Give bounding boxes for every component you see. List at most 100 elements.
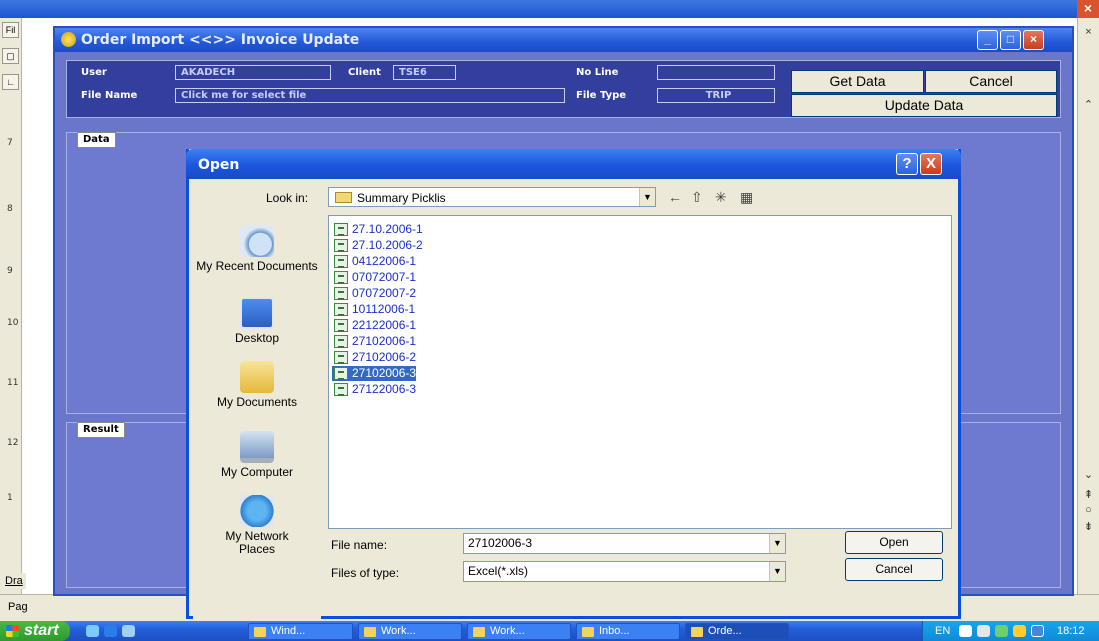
chevron-down-icon[interactable]: ▼ <box>769 562 785 581</box>
up-folder-icon[interactable]: ⇧ <box>691 189 703 206</box>
list-item-selected[interactable]: 27102006-3 <box>332 366 417 381</box>
background-right-scrollbar[interactable]: × ⌃ ⌄ ⇞ ○ ⇟ <box>1077 18 1099 624</box>
look-in-label: Look in: <box>266 191 309 205</box>
look-in-select[interactable]: Summary Picklis ▼ <box>328 187 656 207</box>
chevron-down-icon[interactable]: ▼ <box>769 534 785 553</box>
tray-icon[interactable] <box>1013 625 1026 637</box>
ruler-mark: 8 <box>7 204 13 214</box>
filetype-field[interactable]: TRIP <box>657 88 775 103</box>
close-small-icon[interactable]: × <box>1081 26 1096 40</box>
excel-file-icon <box>334 287 348 300</box>
tray-icon[interactable] <box>995 625 1008 637</box>
quicklaunch-icon[interactable] <box>86 625 99 637</box>
header-panel: User AKADECH Client TSE6 No Line File Na… <box>66 60 1061 118</box>
recent-documents-icon <box>240 225 274 257</box>
chevron-down-icon[interactable]: ▼ <box>639 188 655 206</box>
language-indicator[interactable]: EN <box>935 621 950 641</box>
excel-file-icon <box>334 383 348 396</box>
update-data-button[interactable]: Update Data <box>791 94 1057 117</box>
list-item[interactable]: 04122006-1 <box>332 254 416 269</box>
taskbar-item[interactable]: Wind... <box>248 623 353 640</box>
new-doc-icon[interactable]: ▢ <box>2 48 19 64</box>
browse-object-icon[interactable]: ○ <box>1081 504 1096 518</box>
list-item[interactable]: 22122006-1 <box>332 318 416 333</box>
file-name-value: 27102006-3 <box>468 536 533 550</box>
place-my-network-places[interactable]: My Network Places <box>193 495 321 556</box>
start-button[interactable]: start <box>0 621 70 641</box>
scroll-down-icon[interactable]: ⌄ <box>1081 468 1096 482</box>
ruler-mark: 1 <box>7 493 13 503</box>
tray-icon[interactable] <box>977 625 990 637</box>
list-item[interactable]: 27102006-1 <box>332 334 416 349</box>
file-name-input[interactable]: 27102006-3 ▼ <box>463 533 786 554</box>
browser-icon[interactable] <box>104 625 117 637</box>
system-tray: EN 18:12 <box>922 621 1099 641</box>
file-type-label: Files of type: <box>331 566 400 580</box>
open-button[interactable]: Open <box>845 531 943 554</box>
ruler-mark: 11 <box>7 378 19 388</box>
help-icon[interactable]: ? <box>896 153 918 175</box>
taskbar-item[interactable]: Work... <box>467 623 571 640</box>
draw-menu[interactable]: Dra <box>2 573 26 589</box>
taskbar-item-active[interactable]: Orde... <box>685 623 789 640</box>
place-my-recent-documents[interactable]: My Recent Documents <box>193 225 321 273</box>
client-label: Client <box>348 67 381 78</box>
cancel-button[interactable]: Cancel <box>925 70 1057 93</box>
dialog-close-icon[interactable]: X <box>920 153 942 175</box>
my-documents-icon <box>240 361 274 393</box>
list-item[interactable]: 27102006-2 <box>332 350 416 365</box>
back-icon[interactable]: ← <box>668 189 682 205</box>
vertical-ruler: 7 8 9 10 11 12 1 <box>7 138 19 548</box>
list-item[interactable]: 10112006-1 <box>332 302 415 317</box>
new-folder-icon[interactable]: ✳ <box>715 189 727 206</box>
background-close-icon[interactable]: × <box>1077 0 1099 18</box>
tray-icon[interactable] <box>959 625 972 637</box>
scroll-up-icon[interactable]: ⌃ <box>1081 98 1096 112</box>
tray-icon[interactable] <box>1031 625 1044 637</box>
list-item[interactable]: 27.10.2006-2 <box>332 238 423 253</box>
place-desktop[interactable]: Desktop <box>193 297 321 345</box>
place-label: Desktop <box>234 331 280 345</box>
file-type-select[interactable]: Excel(*.xls) ▼ <box>463 561 786 582</box>
prev-page-icon[interactable]: ⇞ <box>1081 488 1096 502</box>
windows-flag-icon <box>6 625 19 637</box>
list-item[interactable]: 27122006-3 <box>332 382 416 397</box>
minimize-icon[interactable]: _ <box>977 30 998 50</box>
dialog-cancel-button[interactable]: Cancel <box>845 558 943 581</box>
user-field[interactable]: AKADECH <box>175 65 331 80</box>
place-label: My Network Places <box>225 529 289 556</box>
quicklaunch-icon[interactable] <box>122 625 135 637</box>
view-menu-icon[interactable]: ▦ <box>740 189 753 206</box>
next-page-icon[interactable]: ⇟ <box>1081 520 1096 534</box>
get-data-button[interactable]: Get Data <box>791 70 924 93</box>
filetype-label: File Type <box>576 90 627 101</box>
list-item[interactable]: 27.10.2006-1 <box>332 222 423 237</box>
list-item[interactable]: 07072007-2 <box>332 286 416 301</box>
noline-label: No Line <box>576 67 619 78</box>
file-menu-item[interactable]: Fil <box>2 22 19 38</box>
list-item[interactable]: 07072007-1 <box>332 270 416 285</box>
noline-field[interactable] <box>657 65 775 80</box>
user-label: User <box>81 67 107 78</box>
place-label: My Computer <box>220 465 294 479</box>
desktop-icon <box>240 297 274 329</box>
order-window-titlebar: Order Import <<>> Invoice Update _ □ × <box>55 28 1072 52</box>
network-places-icon <box>240 495 274 527</box>
data-tab-label: Data <box>77 132 116 148</box>
close-icon[interactable]: × <box>1023 30 1044 50</box>
taskbar-item[interactable]: Inbo... <box>576 623 680 640</box>
taskbar-item[interactable]: Work... <box>358 623 462 640</box>
filename-field[interactable]: Click me for select file <box>175 88 565 103</box>
excel-file-icon <box>334 367 348 380</box>
maximize-icon[interactable]: □ <box>1000 30 1021 50</box>
app-icon <box>691 627 703 637</box>
tab-stop-icon[interactable]: ∟ <box>2 74 19 90</box>
place-my-documents[interactable]: My Documents <box>193 361 321 409</box>
file-list[interactable]: 27.10.2006-1 27.10.2006-2 04122006-1 070… <box>328 215 952 529</box>
place-my-computer[interactable]: My Computer <box>193 431 321 479</box>
order-window-title: Order Import <<>> Invoice Update <box>81 32 360 48</box>
client-field[interactable]: TSE6 <box>393 65 456 80</box>
background-left-toolbar: Fil ▢ ∟ 7 8 9 10 11 12 1 <box>0 18 22 624</box>
mail-icon <box>582 627 594 637</box>
excel-file-icon <box>334 239 348 252</box>
